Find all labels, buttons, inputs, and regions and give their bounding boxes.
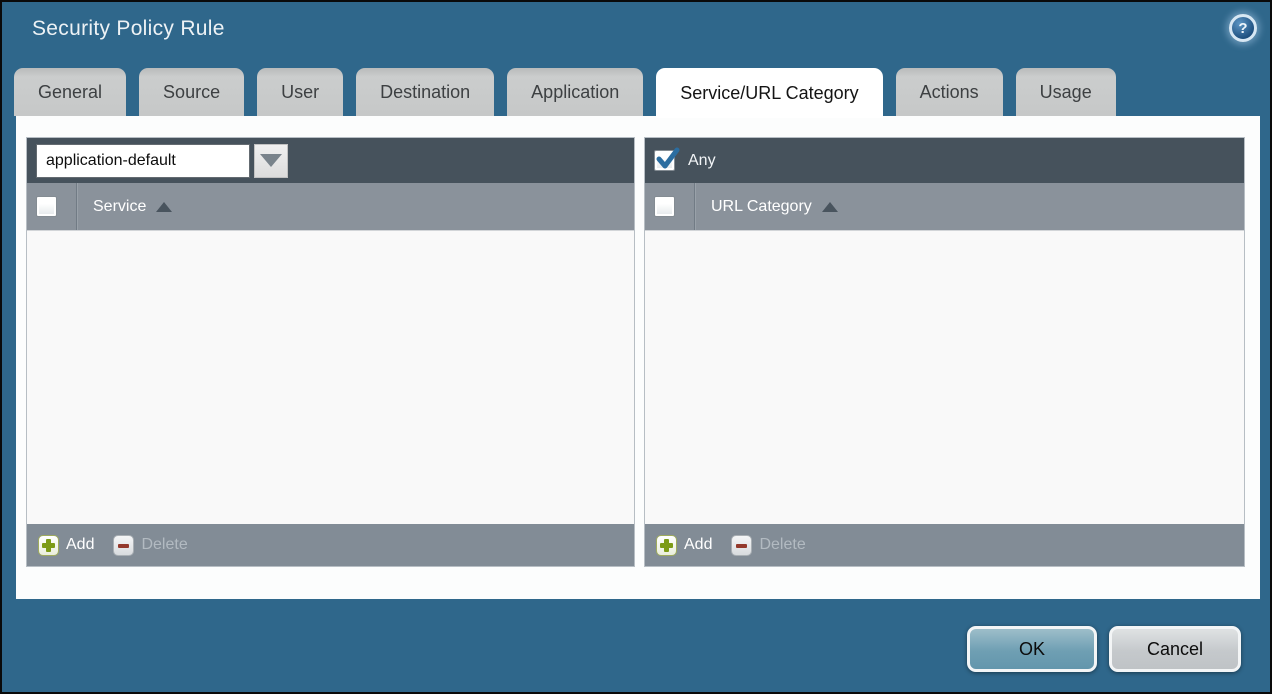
sort-ascending-icon	[822, 202, 838, 212]
tab-usage[interactable]: Usage	[1016, 68, 1116, 116]
dialog-title: Security Policy Rule	[32, 17, 225, 41]
service-select-all-cell	[27, 183, 77, 230]
service-select-all-checkbox[interactable]	[36, 196, 57, 217]
question-mark-icon: ?	[1238, 20, 1247, 37]
security-policy-rule-dialog: Security Policy Rule ? General Source Us…	[0, 0, 1272, 694]
any-label: Any	[688, 152, 716, 170]
service-add-button[interactable]: Add	[38, 535, 94, 556]
url-category-select-all-cell	[645, 183, 695, 230]
service-type-dropdown-value: application-default	[46, 152, 176, 170]
url-category-panel-footer: Add Delete	[645, 524, 1244, 566]
minus-icon	[731, 535, 752, 556]
url-category-panel: Any URL Category Add	[644, 137, 1245, 567]
tab-source[interactable]: Source	[139, 68, 244, 116]
ok-button[interactable]: OK	[967, 626, 1097, 672]
tab-application[interactable]: Application	[507, 68, 643, 116]
url-category-column-label: URL Category	[711, 198, 812, 216]
service-column-header: Service	[27, 183, 634, 231]
service-column-sort[interactable]: Service	[93, 198, 172, 216]
url-category-select-all-checkbox[interactable]	[654, 196, 675, 217]
minus-icon	[113, 535, 134, 556]
plus-icon	[656, 535, 677, 556]
tab-bar: General Source User Destination Applicat…	[14, 68, 1116, 116]
url-category-add-button[interactable]: Add	[656, 535, 712, 556]
service-delete-button[interactable]: Delete	[113, 535, 187, 556]
service-panel: application-default Service A	[26, 137, 635, 567]
sort-ascending-icon	[156, 202, 172, 212]
chevron-down-icon	[260, 154, 282, 167]
url-category-column-sort[interactable]: URL Category	[711, 198, 838, 216]
url-category-panel-toolbar: Any	[645, 138, 1244, 183]
any-checkbox[interactable]	[654, 150, 675, 171]
service-list	[27, 231, 634, 524]
service-type-dropdown[interactable]: application-default	[36, 144, 250, 178]
help-button[interactable]: ?	[1229, 14, 1257, 42]
service-panel-footer: Add Delete	[27, 524, 634, 566]
tab-user[interactable]: User	[257, 68, 343, 116]
url-category-list	[645, 231, 1244, 524]
service-panel-toolbar: application-default	[27, 138, 634, 183]
plus-icon	[38, 535, 59, 556]
url-category-column-header: URL Category	[645, 183, 1244, 231]
url-category-delete-button[interactable]: Delete	[731, 535, 805, 556]
tab-actions[interactable]: Actions	[896, 68, 1003, 116]
tab-general[interactable]: General	[14, 68, 126, 116]
cancel-button[interactable]: Cancel	[1109, 626, 1241, 672]
service-column-label: Service	[93, 198, 146, 216]
any-row: Any	[654, 150, 716, 171]
service-type-dropdown-button[interactable]	[254, 144, 288, 178]
service-url-category-tab-panel: application-default Service A	[16, 116, 1260, 599]
tab-service-url-category[interactable]: Service/URL Category	[656, 68, 882, 118]
checkmark-icon	[654, 146, 682, 174]
tab-destination[interactable]: Destination	[356, 68, 494, 116]
